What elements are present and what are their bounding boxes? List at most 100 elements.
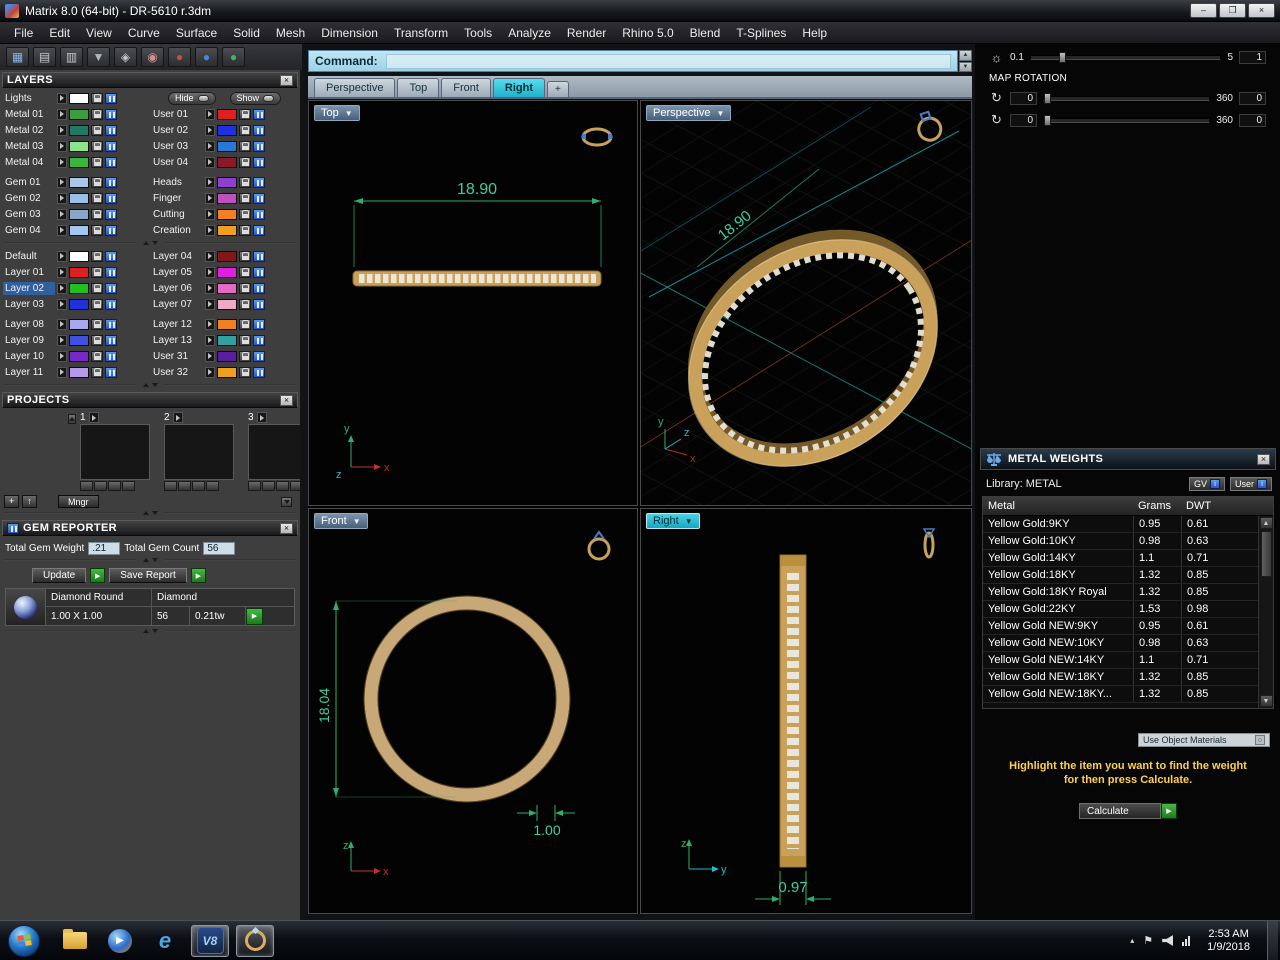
menu-item[interactable]: Help: [794, 24, 835, 42]
project-thumbnail[interactable]: [164, 424, 234, 480]
layer-name[interactable]: Metal 03: [3, 140, 55, 153]
scroll-down-icon[interactable]: ▼: [959, 61, 972, 72]
layer-expand-arrow-icon[interactable]: [205, 318, 215, 330]
viewport-top[interactable]: Top ▼ 18.90 y x z: [308, 100, 638, 506]
menu-item[interactable]: Transform: [386, 24, 456, 42]
menu-item[interactable]: Curve: [120, 24, 168, 42]
menu-item[interactable]: Mesh: [268, 24, 313, 42]
layer-lock-icon[interactable]: [239, 282, 251, 294]
history-icon[interactable]: ◉: [141, 47, 164, 67]
layer-name[interactable]: Layer 08: [3, 318, 55, 331]
layer-color-swatch[interactable]: [69, 366, 89, 378]
layer-expand-arrow-icon[interactable]: [205, 192, 215, 204]
start-button[interactable]: [8, 924, 40, 957]
layer-material-icon[interactable]: [105, 350, 117, 362]
menu-item[interactable]: File: [6, 24, 41, 42]
save-report-go-icon[interactable]: ▶: [190, 568, 206, 583]
menu-item[interactable]: Analyze: [500, 24, 559, 42]
rotation-slider[interactable]: [1043, 114, 1211, 126]
layer-name[interactable]: Layer 05: [151, 266, 203, 279]
material-icon[interactable]: ●: [195, 47, 218, 67]
layer-material-icon[interactable]: [105, 334, 117, 346]
layer-name[interactable]: Layer 11: [3, 366, 55, 379]
layer-expand-arrow-icon[interactable]: [57, 108, 67, 120]
layer-expand-arrow-icon[interactable]: [57, 124, 67, 136]
layer-material-icon[interactable]: [253, 156, 265, 168]
project-slot-button[interactable]: [248, 481, 261, 491]
project-slot-arrow-icon[interactable]: [88, 412, 99, 423]
project-slot-button[interactable]: [108, 481, 121, 491]
metal-weights-row[interactable]: Yellow Gold NEW:18KY... 1.32 0.85: [983, 686, 1273, 703]
layer-material-icon[interactable]: [253, 266, 265, 278]
total-gem-count-field[interactable]: 56: [203, 542, 236, 555]
layer-lock-icon[interactable]: [91, 140, 103, 152]
viewport-perspective-label[interactable]: Perspective ▼: [646, 105, 732, 121]
layer-name[interactable]: Metal 02: [3, 124, 55, 137]
layer-color-swatch[interactable]: [217, 250, 237, 262]
layer-lock-icon[interactable]: [91, 266, 103, 278]
layer-name[interactable]: Layer 12: [151, 318, 203, 331]
layer-lock-icon[interactable]: [239, 318, 251, 330]
layer-expand-arrow-icon[interactable]: [205, 334, 215, 346]
show-toggle[interactable]: Show: [229, 91, 282, 105]
collapse-divider[interactable]: [0, 555, 300, 565]
minimize-button[interactable]: –: [1190, 3, 1217, 18]
layer-material-icon[interactable]: [253, 124, 265, 136]
layer-expand-arrow-icon[interactable]: [205, 108, 215, 120]
layer-color-swatch[interactable]: [217, 318, 237, 330]
layer-name[interactable]: Layer 03: [3, 298, 55, 311]
close-icon[interactable]: ×: [280, 394, 293, 406]
layer-material-icon[interactable]: [105, 192, 117, 204]
layer-color-swatch[interactable]: [217, 334, 237, 346]
metal-weights-row[interactable]: Yellow Gold NEW:18KY 1.32 0.85: [983, 669, 1273, 686]
layer-name[interactable]: Gem 03: [3, 208, 55, 221]
layer-lock-icon[interactable]: [91, 108, 103, 120]
layer-color-swatch[interactable]: [69, 140, 89, 152]
layer-color-swatch[interactable]: [69, 176, 89, 188]
show-hidden-icons-button[interactable]: ▴: [1130, 936, 1134, 945]
layer-color-swatch[interactable]: [69, 92, 89, 104]
layer-color-swatch[interactable]: [69, 192, 89, 204]
layer-lock-icon[interactable]: [239, 176, 251, 188]
calculate-go-icon[interactable]: ▶: [1161, 803, 1177, 819]
save-report-button[interactable]: Save Report: [109, 568, 187, 583]
layer-name[interactable]: Gem 02: [3, 192, 55, 205]
layer-color-swatch[interactable]: [69, 124, 89, 136]
hide-toggle[interactable]: Hide: [168, 91, 216, 105]
layer-lock-icon[interactable]: [91, 282, 103, 294]
viewport-right[interactable]: Right ▼ 0.97 z y: [640, 508, 972, 914]
use-object-materials-dropdown[interactable]: Use Object Materials ○: [1138, 733, 1270, 747]
layer-color-swatch[interactable]: [217, 156, 237, 168]
menu-item[interactable]: Tools: [456, 24, 500, 42]
layer-lock-icon[interactable]: [239, 298, 251, 310]
project-slot-number[interactable]: 1: [80, 412, 86, 423]
layer-color-swatch[interactable]: [69, 282, 89, 294]
layer-lock-icon[interactable]: [91, 176, 103, 188]
layer-lock-icon[interactable]: [239, 250, 251, 262]
viewport-layout-icon[interactable]: ▦: [6, 47, 29, 67]
layer-material-icon[interactable]: [253, 334, 265, 346]
layer-material-icon[interactable]: [105, 250, 117, 262]
layer-material-icon[interactable]: [253, 250, 265, 262]
render-icon[interactable]: ●: [168, 47, 191, 67]
matrix-v8-taskbar-button[interactable]: V8: [191, 924, 229, 957]
project-thumbnail[interactable]: [80, 424, 150, 480]
menu-item[interactable]: T-Splines: [728, 24, 794, 42]
layer-lock-icon[interactable]: [239, 208, 251, 220]
layer-color-swatch[interactable]: [217, 224, 237, 236]
layer-lock-icon[interactable]: [239, 108, 251, 120]
metal-weights-row[interactable]: Yellow Gold NEW:10KY 0.98 0.63: [983, 635, 1273, 652]
layer-lock-icon[interactable]: [239, 224, 251, 236]
layer-expand-arrow-icon[interactable]: [57, 334, 67, 346]
layer-color-swatch[interactable]: [217, 350, 237, 362]
rotation-slider[interactable]: [1043, 92, 1211, 104]
internet-explorer-taskbar-button[interactable]: e: [146, 925, 184, 957]
layer-expand-arrow-icon[interactable]: [57, 298, 67, 310]
project-thumbnail[interactable]: [248, 424, 300, 480]
project-slot-button[interactable]: [164, 481, 177, 491]
layer-name[interactable]: Metal 01: [3, 108, 55, 121]
layer-lock-icon[interactable]: [91, 350, 103, 362]
jewelry-app-taskbar-button[interactable]: [236, 924, 274, 957]
project-slot-arrow-icon[interactable]: [172, 412, 183, 423]
layer-expand-arrow-icon[interactable]: [205, 124, 215, 136]
